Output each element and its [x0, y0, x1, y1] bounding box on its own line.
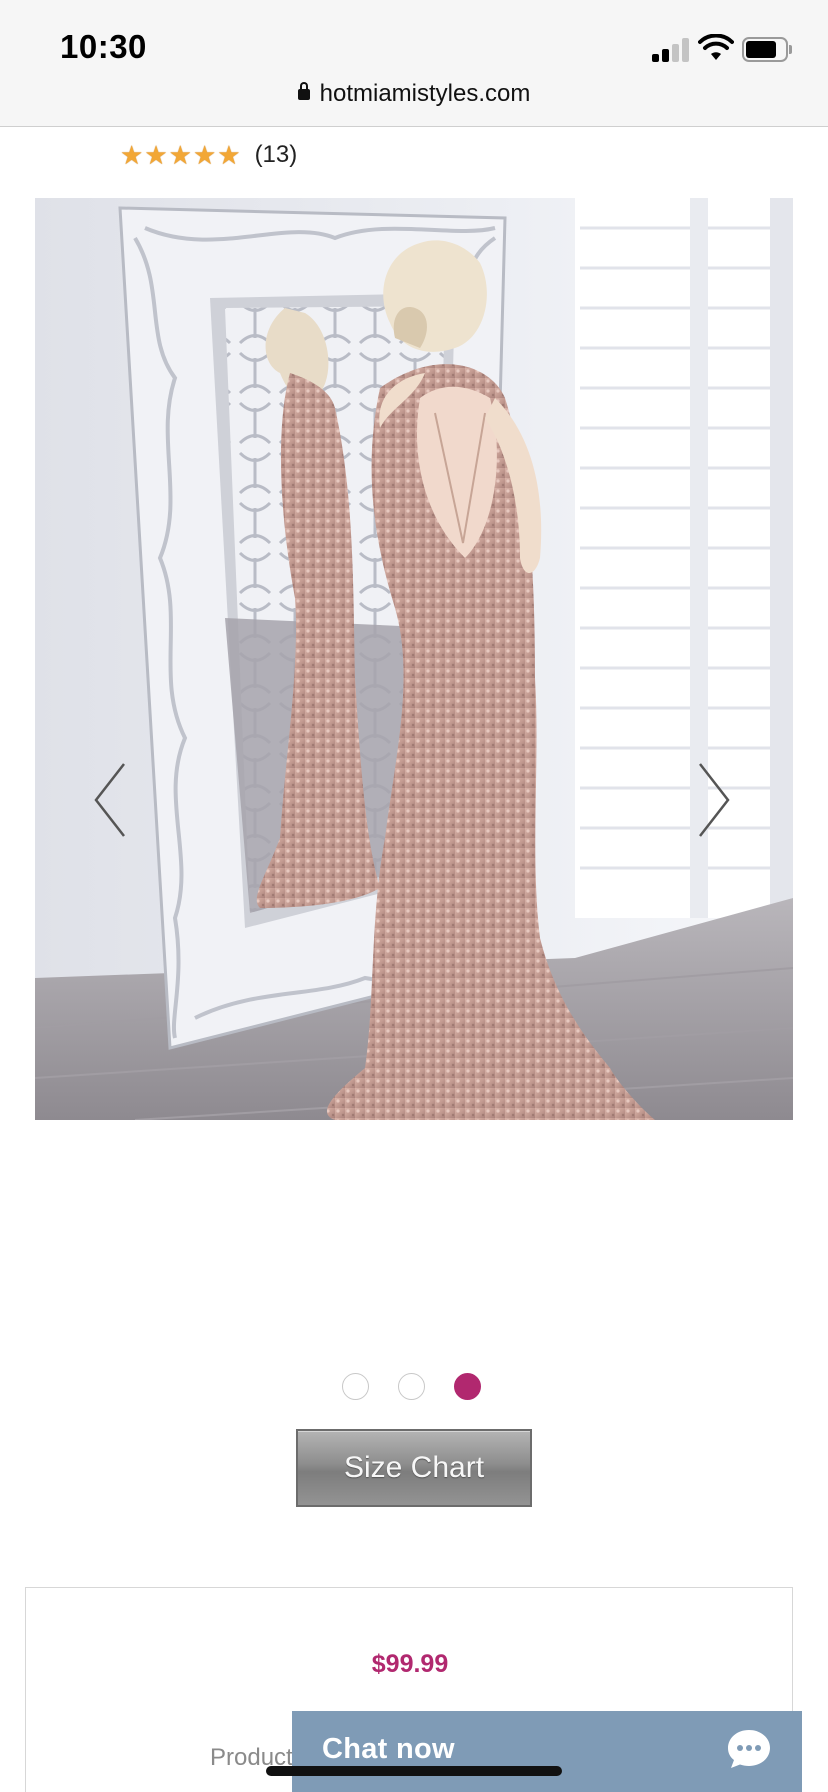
star-icon: ★ [217, 140, 241, 170]
status-time: 10:30 [60, 28, 147, 65]
page: 10:30 hotmiamistyles.com ★ ★ ★ ★ ★ (13) [0, 0, 828, 1792]
star-icon: ★ [120, 140, 144, 170]
star-icon: ★ [192, 140, 217, 170]
carousel-dot-active[interactable] [454, 1373, 481, 1400]
cellular-signal-icon [652, 38, 690, 62]
chat-label: Chat now [322, 1733, 455, 1765]
carousel-dot[interactable] [398, 1373, 425, 1400]
chat-now-button[interactable]: Chat now [292, 1711, 802, 1792]
size-chart-button[interactable]: Size Chart [296, 1429, 532, 1507]
star-rating: ★ ★ ★ ★ ★ [120, 142, 241, 168]
size-chart-label: Size Chart [343, 1451, 485, 1484]
wifi-icon [698, 34, 734, 60]
star-icon: ★ [168, 140, 192, 170]
lock-icon [297, 82, 310, 100]
star-icon: ★ [144, 140, 168, 170]
address-bar[interactable]: hotmiamistyles.com [0, 80, 828, 108]
product-rating[interactable]: ★ ★ ★ ★ ★ (13) [120, 140, 297, 170]
product-photo-illustration [35, 198, 793, 1120]
product-image[interactable] [35, 198, 793, 1120]
carousel-dot[interactable] [342, 1373, 369, 1400]
carousel-dots [342, 1373, 481, 1400]
chevron-left-icon[interactable] [90, 760, 134, 840]
browser-top-bar: 10:30 hotmiamistyles.com [0, 0, 828, 127]
review-count[interactable]: (13) [255, 141, 298, 169]
home-indicator[interactable] [266, 1766, 562, 1776]
battery-icon [742, 37, 792, 62]
chat-bubble-icon [728, 1730, 770, 1768]
chevron-right-icon[interactable] [690, 760, 734, 840]
product-price: $99.99 [371, 1650, 449, 1678]
url-text: hotmiamistyles.com [319, 80, 531, 107]
